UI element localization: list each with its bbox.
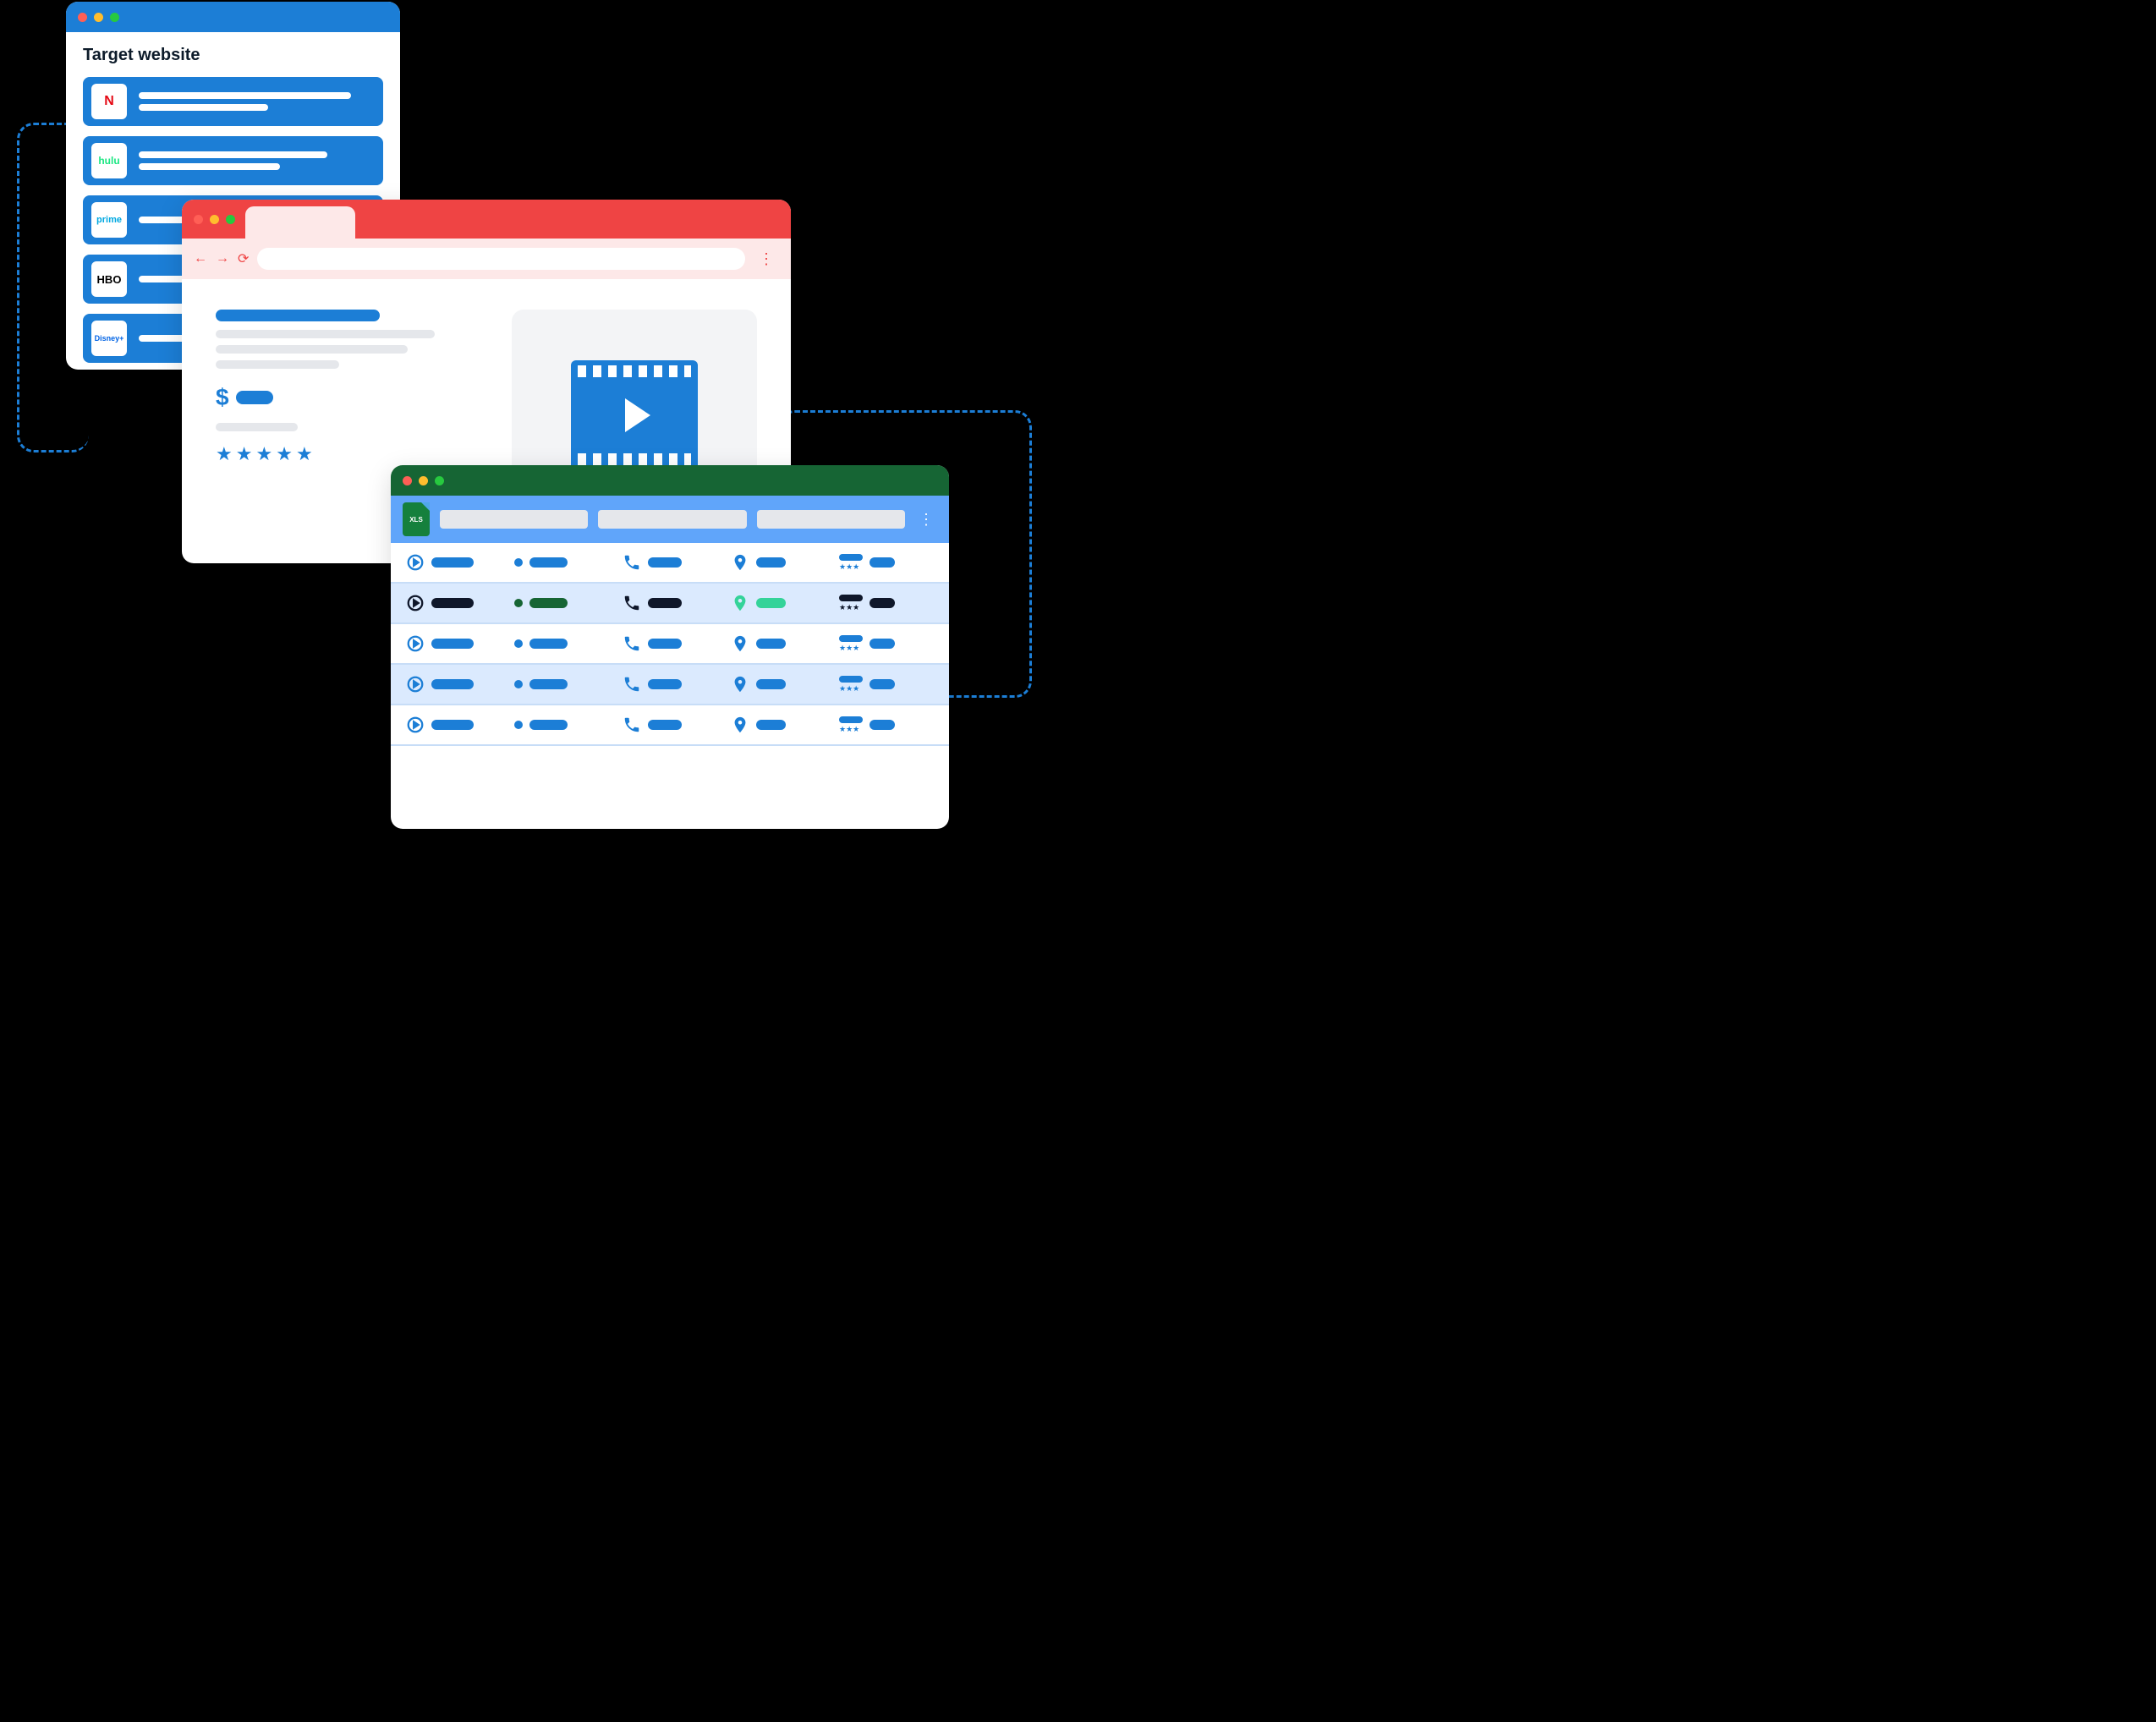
review-icon: ★★★ [839, 676, 863, 694]
star-icon: ★ [276, 443, 293, 465]
star-icon: ★ [255, 443, 272, 465]
table-row[interactable]: ★★★ [391, 543, 949, 584]
location-pin-icon [731, 716, 749, 734]
disney-logo: Disney+ [91, 321, 127, 356]
play-icon [625, 398, 650, 432]
url-bar[interactable] [257, 248, 745, 270]
refresh-icon[interactable]: ⟳ [238, 250, 249, 267]
table-row[interactable]: ★★★ [391, 584, 949, 624]
browser-tab[interactable] [245, 206, 355, 239]
menu-icon[interactable]: ⋮ [754, 250, 779, 268]
sheet-body: ★★★ ★★★ ★★★ ★★★ ★★★ [391, 543, 949, 746]
review-icon: ★★★ [839, 595, 863, 612]
play-circle-icon [406, 553, 425, 572]
column-header[interactable] [440, 510, 588, 529]
browser-titlebar [182, 200, 791, 239]
window-title: Target website [83, 46, 383, 65]
price-row: $ [216, 384, 490, 411]
minimize-icon[interactable] [419, 476, 428, 485]
forward-icon[interactable]: → [216, 251, 229, 266]
phone-icon [623, 553, 641, 572]
menu-icon[interactable]: ⋮ [915, 511, 937, 529]
maximize-icon[interactable] [226, 215, 235, 224]
location-pin-icon [731, 675, 749, 694]
star-rating: ★ ★ ★ ★ ★ [216, 443, 490, 465]
play-circle-icon [406, 716, 425, 734]
play-circle-icon [406, 675, 425, 694]
table-row[interactable]: ★★★ [391, 705, 949, 746]
phone-icon [623, 675, 641, 694]
hbo-logo: HBO [91, 261, 127, 297]
sheet-titlebar [391, 465, 949, 496]
record-icon [514, 680, 523, 688]
dollar-icon: $ [216, 384, 229, 411]
film-icon [571, 360, 698, 470]
column-header[interactable] [757, 510, 905, 529]
review-icon: ★★★ [839, 554, 863, 572]
close-icon[interactable] [78, 13, 87, 22]
title-placeholder [216, 310, 380, 321]
table-row[interactable]: ★★★ [391, 624, 949, 665]
prime-logo: prime [91, 202, 127, 238]
sheet-toolbar: XLS ⋮ [391, 496, 949, 543]
star-icon: ★ [296, 443, 313, 465]
titlebar [66, 2, 400, 32]
close-icon[interactable] [194, 215, 203, 224]
play-circle-icon [406, 634, 425, 653]
maximize-icon[interactable] [435, 476, 444, 485]
browser-toolbar: ← → ⟳ ⋮ [182, 239, 791, 279]
location-pin-icon [731, 634, 749, 653]
play-circle-icon [406, 594, 425, 612]
site-item-hulu[interactable]: hulu [83, 136, 383, 185]
minimize-icon[interactable] [94, 13, 103, 22]
column-header[interactable] [598, 510, 746, 529]
phone-icon [623, 716, 641, 734]
star-icon: ★ [236, 443, 253, 465]
location-pin-icon [731, 553, 749, 572]
record-icon [514, 721, 523, 729]
xls-file-icon: XLS [403, 502, 430, 536]
hulu-logo: hulu [91, 143, 127, 178]
spreadsheet-window: XLS ⋮ ★★★ ★★★ ★★★ [391, 465, 949, 829]
phone-icon [623, 634, 641, 653]
minimize-icon[interactable] [210, 215, 219, 224]
record-icon [514, 599, 523, 607]
site-item-netflix[interactable]: N [83, 77, 383, 126]
netflix-logo: N [91, 84, 127, 119]
back-icon[interactable]: ← [194, 251, 207, 266]
maximize-icon[interactable] [110, 13, 119, 22]
record-icon [514, 639, 523, 648]
record-icon [514, 558, 523, 567]
phone-icon [623, 594, 641, 612]
star-icon: ★ [216, 443, 233, 465]
review-icon: ★★★ [839, 635, 863, 653]
review-icon: ★★★ [839, 716, 863, 734]
location-pin-icon [731, 594, 749, 612]
table-row[interactable]: ★★★ [391, 665, 949, 705]
close-icon[interactable] [403, 476, 412, 485]
